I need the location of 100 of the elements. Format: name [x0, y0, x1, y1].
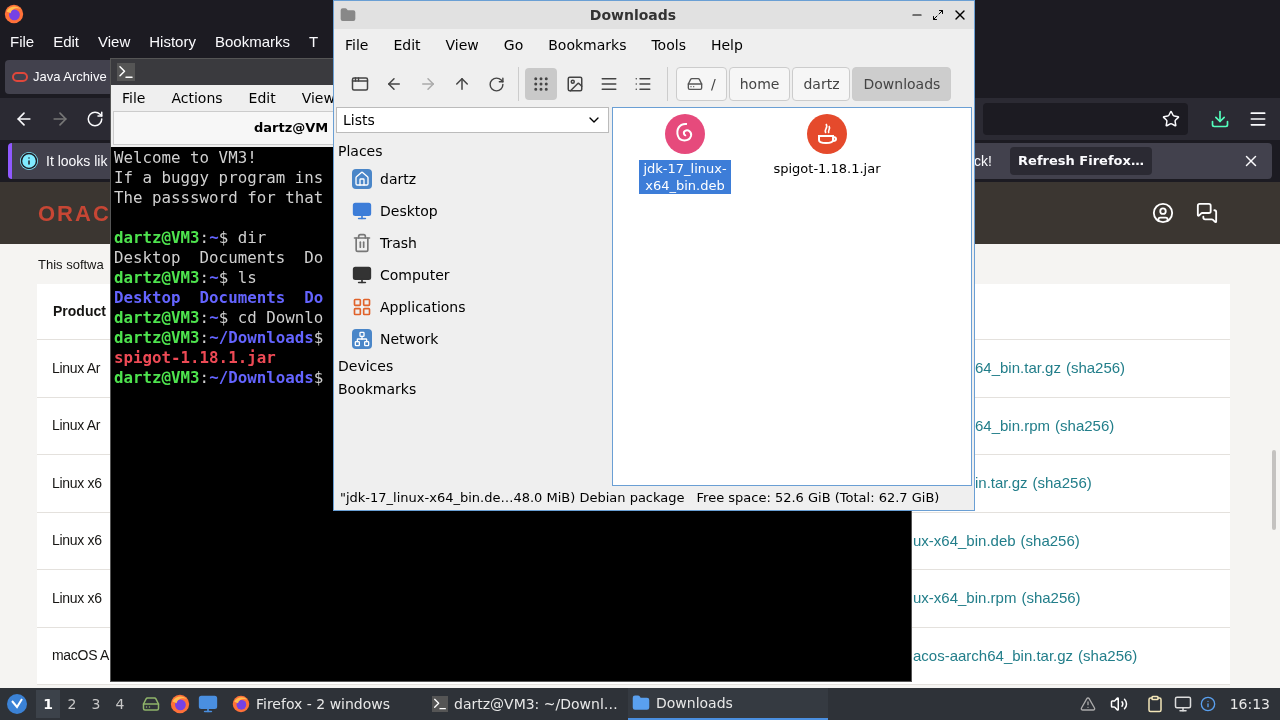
workspace-button[interactable]: 1: [36, 690, 60, 718]
desktop-launcher-icon[interactable]: [198, 694, 218, 714]
column-header: Product: [53, 302, 106, 321]
forward-arrow-icon: [419, 75, 437, 93]
place-item[interactable]: Network: [336, 323, 609, 355]
terminal-line: spigot-1.18.1.jar: [114, 348, 276, 367]
download-icon[interactable]: [1210, 109, 1230, 129]
menu-item[interactable]: Go: [503, 34, 524, 56]
menu-item[interactable]: File: [122, 87, 146, 109]
menu-item[interactable]: Tools: [651, 34, 686, 56]
menu-item[interactable]: File: [345, 34, 369, 56]
file-manager-launcher-icon[interactable]: [142, 695, 160, 713]
section-header[interactable]: Devices: [336, 355, 609, 378]
place-item[interactable]: Computer: [336, 259, 609, 291]
download-link[interactable]: in.tar.gz: [975, 472, 1028, 495]
image-icon: [566, 75, 584, 93]
menu-item[interactable]: History: [149, 30, 196, 54]
table-cell-text: macOS A: [52, 646, 110, 666]
workspace-button[interactable]: 3: [84, 690, 108, 718]
scrollbar-thumb[interactable]: [1272, 450, 1276, 530]
start-menu-icon[interactable]: [6, 693, 28, 715]
table-cell-text: Linux x6: [52, 473, 102, 493]
table-cell-text: Linux x6: [52, 588, 102, 608]
maximize-icon[interactable]: [932, 9, 944, 21]
lines-icon: [600, 75, 618, 93]
path-button[interactable]: home: [728, 67, 791, 101]
path-button[interactable]: Downloads: [852, 67, 952, 101]
clock[interactable]: 16:13: [1229, 693, 1270, 715]
table-cell-text: Linux Ar: [52, 416, 101, 436]
trash-icon: [352, 233, 372, 253]
menu-item[interactable]: Bookmarks: [214, 30, 290, 54]
terminal-icon: [432, 696, 448, 712]
checksum-link[interactable]: (sha256): [1078, 644, 1138, 667]
terminal-line: dartz@VM3:~/Downloads$: [114, 368, 324, 387]
section-header: Places: [337, 142, 384, 161]
taskbar-button[interactable]: Downloads: [628, 688, 828, 720]
menu-item[interactable]: Edit: [393, 34, 421, 56]
firefox-icon: [232, 695, 250, 713]
debian-package-icon: [665, 114, 705, 154]
menu-item[interactable]: Edit: [53, 30, 80, 54]
menu-item[interactable]: Edit: [248, 87, 276, 109]
clipboard-icon[interactable]: [1145, 695, 1164, 713]
list-icon: [634, 75, 652, 93]
checksum-link[interactable]: (sha256): [1021, 587, 1081, 610]
new-tab-icon: [351, 75, 369, 93]
checksum-link[interactable]: (sha256): [1065, 357, 1126, 380]
place-item[interactable]: Applications: [336, 291, 609, 323]
volume-icon[interactable]: [1109, 695, 1128, 713]
section-header[interactable]: Bookmarks: [336, 378, 609, 401]
file-name-label[interactable]: jdk-17_linux-x64_bin.deb: [639, 160, 731, 194]
download-link[interactable]: ux-x64_bin.deb: [913, 529, 1016, 552]
menu-item[interactable]: T: [309, 30, 319, 54]
grid-dots-icon: [532, 75, 550, 93]
side-pane-dropdown[interactable]: Lists: [336, 107, 609, 133]
notification-icon[interactable]: [1199, 696, 1216, 712]
terminal-line: dartz@VM3:~$ dir: [114, 228, 267, 247]
menu-item[interactable]: View: [98, 30, 131, 54]
file-name-label[interactable]: spigot-1.18.1.jar: [772, 160, 882, 177]
terminal-title[interactable]: dartz@VM: [254, 118, 329, 138]
menu-item[interactable]: File: [10, 30, 35, 54]
menu-item[interactable]: Help: [710, 34, 743, 56]
menu-item[interactable]: View: [445, 34, 479, 56]
checksum-link[interactable]: (sha256): [1055, 414, 1115, 437]
menu-item[interactable]: View: [301, 87, 335, 109]
download-link[interactable]: acos-aarch64_bin.tar.gz: [913, 644, 1074, 667]
menu-item[interactable]: Actions: [171, 87, 223, 109]
drive-icon: [687, 76, 703, 92]
menu-icon[interactable]: [1248, 109, 1268, 129]
workspace-button[interactable]: 4: [108, 690, 132, 718]
terminal-icon: [117, 63, 135, 81]
workspace-button[interactable]: 2: [60, 690, 84, 718]
path-button[interactable]: dartz: [792, 67, 851, 101]
table-cell-text: Linux x6: [52, 531, 102, 551]
display-icon[interactable]: [1173, 695, 1192, 713]
bookmark-star-icon[interactable]: [1162, 110, 1180, 128]
icon-view-button[interactable]: [525, 68, 557, 100]
download-link[interactable]: 64_bin.tar.gz: [975, 357, 1061, 380]
place-item[interactable]: Trash: [336, 227, 609, 259]
checksum-link[interactable]: (sha256): [1020, 529, 1080, 552]
place-item[interactable]: dartz: [336, 163, 609, 195]
network-icon: [352, 329, 372, 349]
refresh-firefox-button[interactable]: Refresh Firefox…: [1010, 147, 1152, 175]
taskbar-button[interactable]: dartz@VM3: ~/Downl…: [428, 688, 628, 720]
folder-icon: [632, 694, 650, 712]
chat-icon[interactable]: [1196, 202, 1218, 224]
home-folder-icon: [352, 169, 372, 189]
account-icon[interactable]: [1152, 202, 1174, 224]
checksum-link[interactable]: (sha256): [1032, 472, 1092, 495]
download-link[interactable]: ux-x64_bin.rpm: [913, 587, 1017, 610]
path-button[interactable]: /: [676, 67, 727, 101]
menu-item[interactable]: Bookmarks: [548, 34, 627, 56]
terminal-line: dartz@VM3:~$ cd Downlo: [114, 308, 324, 327]
terminal-line: Welcome to VM3!: [114, 148, 257, 167]
place-item[interactable]: Desktop: [336, 195, 609, 227]
desktop-icon: [352, 201, 372, 221]
firefox-logo: [4, 4, 24, 24]
download-link[interactable]: 64_bin.rpm: [975, 414, 1051, 437]
taskbar-button[interactable]: Firefox - 2 windows: [228, 688, 428, 720]
browser-tab[interactable]: Java Archive: [5, 60, 110, 94]
info-icon: [20, 152, 38, 170]
